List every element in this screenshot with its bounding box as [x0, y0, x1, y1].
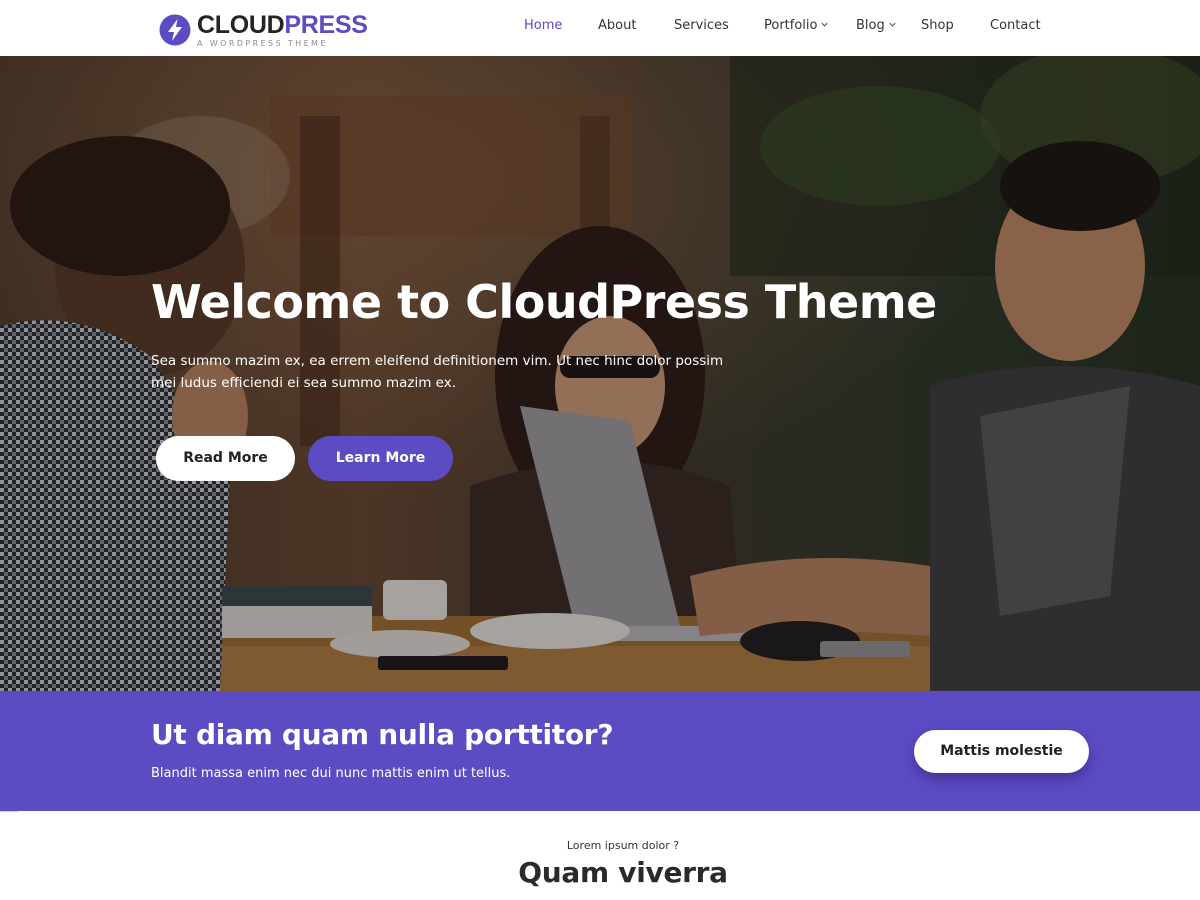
nav-item-home[interactable]: Home [524, 0, 562, 52]
nav-item-contact[interactable]: Contact [990, 0, 1041, 52]
nav-item-portfolio-label: Portfolio [764, 18, 818, 33]
nav-item-about[interactable]: About [598, 0, 636, 52]
learn-more-button[interactable]: Learn More [308, 436, 453, 481]
nav-item-blog[interactable]: Blog [856, 0, 897, 52]
main-nav: Home About Services Portfolio Blog Shop … [0, 0, 1200, 56]
nav-item-services[interactable]: Services [674, 0, 729, 52]
chevron-down-icon [889, 22, 896, 27]
section-divider [0, 811, 18, 812]
hero-description: Sea summo mazim ex, ea errem eleifend de… [151, 353, 724, 391]
cta-subtitle: Blandit massa enim nec dui nunc mattis e… [151, 766, 511, 781]
nav-item-shop[interactable]: Shop [921, 0, 954, 52]
hero-title: Welcome to CloudPress Theme [151, 275, 937, 329]
section-title: Quam viverra [518, 856, 728, 889]
nav-item-blog-label: Blog [856, 18, 885, 33]
chevron-down-icon [821, 22, 829, 27]
site-header: CLOUDPRESS A WORDPRESS THEME Home About … [0, 0, 1200, 56]
section-kicker: Lorem ipsum dolor ? [566, 839, 680, 852]
cta-band: Ut diam quam nulla porttitor? Blandit ma… [0, 691, 1200, 811]
hero-section: Welcome to CloudPress Theme Sea summo ma… [0, 56, 1200, 691]
cta-button[interactable]: Mattis molestie [914, 730, 1089, 773]
cta-title: Ut diam quam nulla porttitor? [151, 718, 614, 751]
nav-item-portfolio[interactable]: Portfolio [764, 0, 829, 52]
read-more-button[interactable]: Read More [156, 436, 295, 481]
